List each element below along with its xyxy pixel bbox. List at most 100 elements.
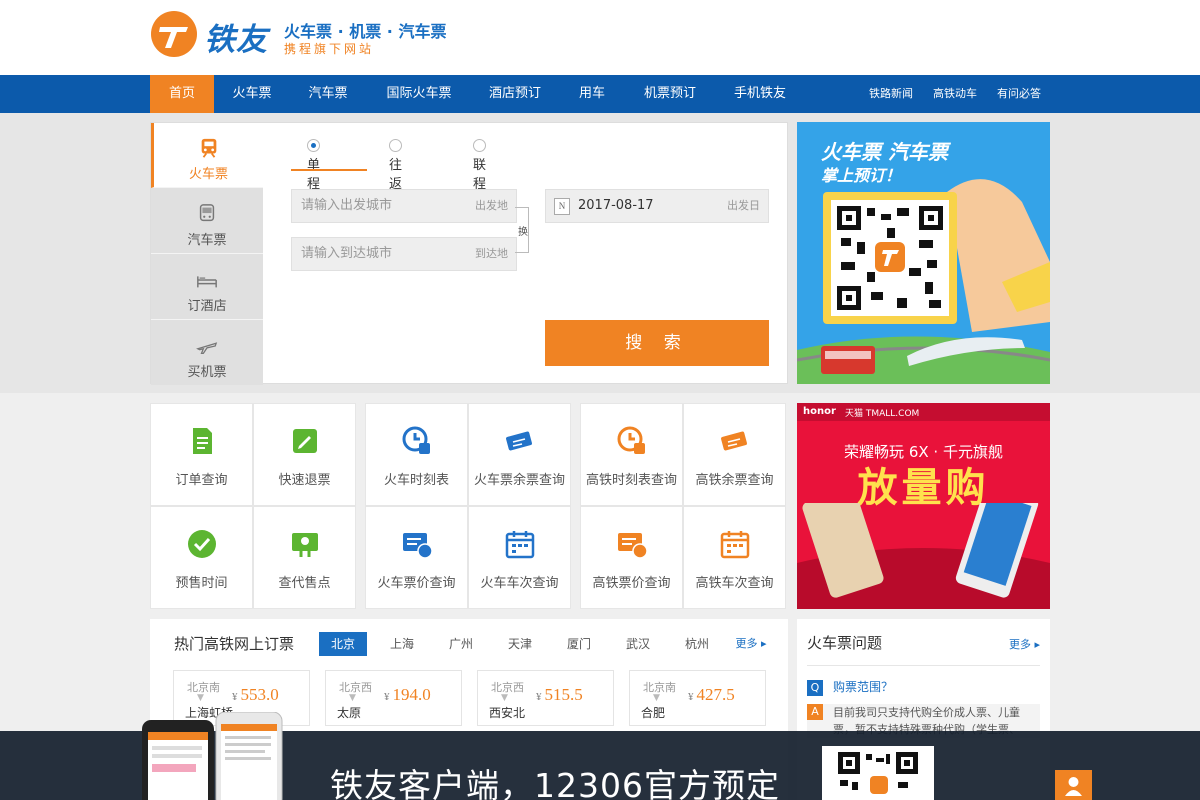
faq-question[interactable]: Q 购票范围？ — [807, 678, 893, 696]
logo-icon[interactable] — [150, 10, 198, 58]
tab-train[interactable]: 火车票 — [151, 123, 263, 188]
arrow-down-icon: ▼ — [501, 693, 508, 703]
app-qr-banner[interactable]: 火车票 汽车票 掌上预订！ — [797, 122, 1050, 384]
price-icon — [618, 533, 648, 559]
nav-qa[interactable]: 有问必答 — [990, 75, 1048, 113]
nav-rail-news[interactable]: 铁路新闻 — [862, 75, 920, 113]
nav-car[interactable]: 用车 — [566, 75, 618, 113]
quick-hsr-schedule-label: 高铁时刻表查询 — [585, 473, 677, 488]
nav-intl-train[interactable]: 国际火车票 — [376, 75, 462, 113]
route-card[interactable]: 北京西 ▼ 太原 ¥194.0 — [325, 670, 462, 726]
nav-bus[interactable]: 汽车票 — [296, 75, 360, 113]
hot-more-label: 更多 — [735, 637, 758, 650]
faq-answer-line1: 目前我司只支持代购全价成人票、儿童 — [833, 706, 1020, 719]
city-tab-beijing[interactable]: 北京 — [319, 632, 367, 656]
date-input[interactable]: N 2017-08-17 出发日 — [545, 189, 769, 223]
radio-multi[interactable]: 联程 — [473, 139, 494, 192]
active-trip-underline — [291, 169, 367, 171]
quick-refund[interactable]: 快速退票 — [253, 403, 356, 506]
route-price-value: 427.5 — [696, 685, 735, 704]
nav-mobile[interactable]: 手机铁友 — [722, 75, 798, 113]
tab-hotel[interactable]: 订酒店 — [151, 255, 263, 320]
faq-question-text: 购票范围？ — [833, 680, 894, 694]
search-button[interactable]: 搜 索 — [545, 320, 769, 366]
city-tab-guangzhou[interactable]: 广州 — [437, 632, 485, 656]
route-price: ¥553.0 — [232, 685, 279, 705]
radio-dot — [307, 139, 320, 152]
date-tag: 出发日 — [727, 199, 760, 212]
train-icon — [201, 138, 216, 158]
route-card[interactable]: 北京西 ▼ 西安北 ¥515.5 — [477, 670, 614, 726]
radio-one-way[interactable]: 单程 — [307, 139, 328, 192]
currency-symbol: ¥ — [384, 691, 390, 703]
nav-highspeed[interactable]: 高铁动车 — [926, 75, 984, 113]
city-tab-hangzhou[interactable]: 杭州 — [673, 632, 721, 656]
phones-image — [142, 712, 283, 800]
swap-cities-button[interactable]: 换 — [515, 207, 529, 253]
q-badge: Q — [807, 680, 823, 696]
tab-flight[interactable]: 买机票 — [151, 321, 263, 386]
route-price: ¥194.0 — [384, 685, 431, 705]
route-price-value: 553.0 — [240, 685, 279, 704]
quick-presale-time[interactable]: 预售时间 — [150, 506, 253, 609]
quick-train-remaining[interactable]: 火车票余票查询 — [468, 403, 571, 506]
quick-agent-outlets[interactable]: 查代售点 — [253, 506, 356, 609]
city-tab-wuhan[interactable]: 武汉 — [614, 632, 662, 656]
to-city-tag: 到达地 — [475, 247, 508, 260]
nav-flight[interactable]: 机票预订 — [632, 75, 708, 113]
bed-icon — [197, 276, 217, 288]
quick-order-query[interactable]: 订单查询 — [150, 403, 253, 506]
quick-hsr-number[interactable]: 高铁车次查询 — [683, 506, 786, 609]
from-city-input[interactable]: 请输入出发城市 出发地 — [291, 189, 517, 223]
tab-bus[interactable]: 汽车票 — [151, 189, 263, 254]
quick-train-schedule[interactable]: 火车时刻表 — [365, 403, 468, 506]
nav-home[interactable]: 首页 — [150, 75, 214, 113]
main-nav: 首页 火车票 汽车票 国际火车票 酒店预订 用车 机票预订 手机铁友 铁路新闻 … — [0, 75, 1200, 113]
ad-phones-art — [797, 503, 1050, 609]
quick-train-number-label: 火车车次查询 — [480, 576, 559, 591]
quick-agent-outlets-label: 查代售点 — [278, 576, 331, 591]
user-icon — [1065, 777, 1082, 796]
tab-flight-label: 买机票 — [187, 365, 227, 380]
radio-round-trip-label: 往返 — [389, 158, 403, 192]
from-city-tag: 出发地 — [475, 199, 508, 212]
logo-text[interactable]: 铁友 — [204, 14, 268, 59]
radio-round-trip[interactable]: 往返 — [389, 139, 410, 192]
tab-hotel-label: 订酒店 — [187, 299, 227, 314]
to-city-input[interactable]: 请输入到达城市 到达地 — [291, 237, 517, 271]
bus-icon — [199, 204, 215, 222]
divider — [807, 665, 1040, 666]
nav-train[interactable]: 火车票 — [220, 75, 284, 113]
quick-hsr-remaining-label: 高铁余票查询 — [695, 473, 774, 488]
quick-hsr-price[interactable]: 高铁票价查询 — [580, 506, 683, 609]
city-tab-xiamen[interactable]: 厦门 — [555, 632, 603, 656]
quick-hsr-schedule[interactable]: 高铁时刻表查询 — [580, 403, 683, 506]
route-to: 西安北 — [489, 706, 526, 720]
city-tab-shanghai[interactable]: 上海 — [378, 632, 426, 656]
tab-bus-label: 汽车票 — [187, 233, 227, 248]
arrow-down-icon: ▼ — [349, 693, 356, 703]
faq-more-link[interactable]: 更多 ▸ — [1009, 636, 1040, 652]
radio-dot — [389, 139, 402, 152]
quick-train-price-label: 火车票价查询 — [377, 576, 456, 591]
calendar-icon: N — [554, 198, 570, 215]
search-tabs: 火车票 汽车票 订酒店 买机票 — [151, 123, 263, 385]
honor-phone-ad[interactable]: honor 天猫 TMALL.COM 荣耀畅玩 6X · 千元旗舰 放量购 — [797, 403, 1050, 609]
ad-brand: honor — [803, 406, 836, 417]
hot-more-link[interactable]: 更多 ▸ — [728, 632, 774, 656]
chevron-right-icon: ▸ — [1034, 638, 1040, 651]
quick-refund-label: 快速退票 — [278, 473, 331, 488]
quick-links-grid: 订单查询 快速退票 火车时刻表 火车票余票查询 高铁时刻表查询 高铁余票查询 预… — [150, 403, 788, 609]
arrow-down-icon: ▼ — [197, 693, 204, 703]
customer-service-button[interactable] — [1055, 770, 1092, 800]
search-panel: 火车票 汽车票 订酒店 买机票 单程 往返 联程 请输入出发城市 出发地 请输入… — [150, 122, 788, 385]
quick-hsr-remaining[interactable]: 高铁余票查询 — [683, 403, 786, 506]
quick-train-number[interactable]: 火车车次查询 — [468, 506, 571, 609]
quick-train-price[interactable]: 火车票价查询 — [365, 506, 468, 609]
site-header: 铁友 火车票 · 机票 · 汽车票 携程旗下网站 — [0, 0, 1200, 75]
nav-hotel[interactable]: 酒店预订 — [476, 75, 554, 113]
route-card[interactable]: 北京南 ▼ 合肥 ¥427.5 — [629, 670, 766, 726]
date-value: 2017-08-17 — [578, 198, 654, 213]
city-tab-tianjin[interactable]: 天津 — [496, 632, 544, 656]
qr-code-image — [838, 752, 918, 794]
